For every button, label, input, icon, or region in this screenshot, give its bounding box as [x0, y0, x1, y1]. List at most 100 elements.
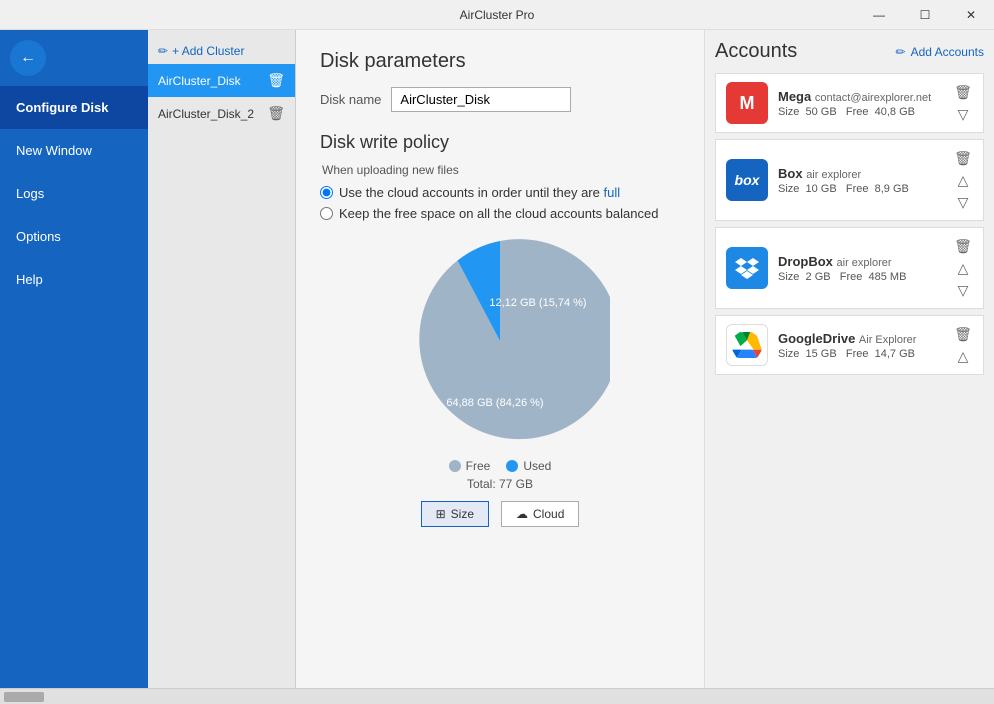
- googledrive-delete-button[interactable]: 🗑: [953, 324, 973, 344]
- box-header: Box air explorer: [778, 166, 943, 181]
- mega-info: Mega contact@airexplorer.net Size 50 GB …: [778, 89, 943, 118]
- disk-list-item-0[interactable]: AirCluster_Disk 🗑: [148, 64, 295, 97]
- radio-option-2-row: Keep the free space on all the cloud acc…: [320, 206, 680, 221]
- googledrive-move-up-button[interactable]: △: [953, 346, 973, 366]
- dropbox-move-up-button[interactable]: △: [953, 258, 973, 278]
- window-controls: — ☐ ✕: [856, 0, 994, 30]
- disk-name-row: Disk name: [320, 87, 680, 112]
- sidebar-item-new-window[interactable]: New Window: [0, 129, 148, 172]
- pie-free-label: 64,88 GB (84,26 %): [446, 397, 543, 409]
- close-button[interactable]: ✕: [948, 0, 994, 30]
- box-move-down-button[interactable]: ▽: [953, 192, 973, 212]
- dropbox-logo: [726, 247, 768, 289]
- pie-used-label: 12,12 GB (15,74 %): [489, 297, 586, 309]
- maximize-button[interactable]: ☐: [902, 0, 948, 30]
- accounts-header: Accounts ✏ Add Accounts: [715, 40, 984, 63]
- add-cluster-button[interactable]: ✏ + Add Cluster: [148, 38, 295, 64]
- box-info: Box air explorer Size 10 GB Free 8,9 GB: [778, 166, 943, 195]
- box-logo: box: [726, 159, 768, 201]
- googledrive-icon: [732, 332, 762, 358]
- write-policy-title: Disk write policy: [320, 132, 680, 153]
- sidebar-item-label: Configure Disk: [16, 100, 108, 115]
- disk-list-item-1[interactable]: AirCluster_Disk_2 🗑: [148, 97, 295, 130]
- mega-actions: 🗑 ▽: [953, 82, 973, 124]
- dropbox-move-down-button[interactable]: ▽: [953, 280, 973, 300]
- cloud-button[interactable]: ☁ Cloud: [501, 501, 579, 527]
- radio-option-1-label: Use the cloud accounts in order until th…: [339, 185, 620, 200]
- mega-header: Mega contact@airexplorer.net: [778, 89, 943, 104]
- googledrive-email: Air Explorer: [859, 334, 916, 346]
- size-icon: ⊞: [436, 507, 446, 521]
- chart-area: 12,12 GB (15,74 %) 64,88 GB (84,26 %) Fr…: [320, 231, 680, 527]
- dropbox-info: DropBox air explorer Size 2 GB Free 485 …: [778, 254, 943, 283]
- main-content: Disk parameters Disk name Disk write pol…: [296, 30, 704, 688]
- chart-buttons: ⊞ Size ☁ Cloud: [421, 501, 580, 527]
- sidebar-item-help[interactable]: Help: [0, 258, 148, 301]
- upload-label: When uploading new files: [320, 163, 680, 177]
- radio-option-2[interactable]: [320, 207, 333, 220]
- sidebar-item-logs[interactable]: Logs: [0, 172, 148, 215]
- mega-delete-button[interactable]: 🗑: [953, 82, 973, 102]
- googledrive-actions: 🗑 △: [953, 324, 973, 366]
- legend-free-dot: [449, 460, 461, 472]
- add-cluster-label: + Add Cluster: [172, 44, 244, 58]
- account-card-googledrive: GoogleDrive Air Explorer Size 15 GB Free…: [715, 315, 984, 375]
- radio-option-1-row: Use the cloud accounts in order until th…: [320, 185, 680, 200]
- legend-used-dot: [506, 460, 518, 472]
- disk-item-name-1: AirCluster_Disk_2: [158, 107, 267, 121]
- legend-free-label: Free: [466, 459, 491, 473]
- account-card-box: box Box air explorer Size 10 GB Free 8,9…: [715, 139, 984, 221]
- mega-logo-text: M: [740, 93, 755, 114]
- sidebar-item-label: Options: [16, 229, 61, 244]
- disk-name-label: Disk name: [320, 92, 381, 107]
- googledrive-header: GoogleDrive Air Explorer: [778, 331, 943, 346]
- cloud-button-label: Cloud: [533, 507, 564, 521]
- sidebar-item-label: Logs: [16, 186, 44, 201]
- pie-free-slice: [419, 239, 610, 439]
- scrollbar-thumb[interactable]: [4, 692, 44, 702]
- disk-item-name-0: AirCluster_Disk: [158, 74, 267, 88]
- sidebar-item-label: Help: [16, 272, 43, 287]
- sidebar-item-options[interactable]: Options: [0, 215, 148, 258]
- dropbox-header: DropBox air explorer: [778, 254, 943, 269]
- back-button[interactable]: ←: [10, 40, 46, 76]
- box-actions: 🗑 △ ▽: [953, 148, 973, 212]
- box-delete-button[interactable]: 🗑: [953, 148, 973, 168]
- pie-chart: 12,12 GB (15,74 %) 64,88 GB (84,26 %): [390, 231, 610, 451]
- minimize-button[interactable]: —: [856, 0, 902, 30]
- cloud-icon: ☁: [516, 507, 528, 521]
- add-accounts-button[interactable]: ✏ Add Accounts: [896, 45, 984, 59]
- mega-email: contact@airexplorer.net: [815, 92, 931, 104]
- size-button-label: Size: [451, 507, 474, 521]
- window-title: AirCluster Pro: [460, 8, 535, 22]
- legend-used: Used: [506, 459, 551, 473]
- titlebar: AirCluster Pro — ☐ ✕: [0, 0, 994, 30]
- pie-svg: 12,12 GB (15,74 %) 64,88 GB (84,26 %): [390, 231, 610, 451]
- accounts-panel: Accounts ✏ Add Accounts M Mega contact@a…: [704, 30, 994, 688]
- googledrive-name: GoogleDrive: [778, 331, 855, 346]
- bottom-scrollbar[interactable]: [0, 688, 994, 704]
- disk-name-input[interactable]: [391, 87, 571, 112]
- delete-disk-icon-0[interactable]: 🗑: [267, 72, 285, 89]
- dropbox-name: DropBox: [778, 254, 833, 269]
- account-card-mega: M Mega contact@airexplorer.net Size 50 G…: [715, 73, 984, 133]
- radio-option-2-label: Keep the free space on all the cloud acc…: [339, 206, 658, 221]
- size-button[interactable]: ⊞ Size: [421, 501, 489, 527]
- radio-option-1[interactable]: [320, 186, 333, 199]
- box-move-up-button[interactable]: △: [953, 170, 973, 190]
- mega-move-down-button[interactable]: ▽: [953, 104, 973, 124]
- mega-name: Mega: [778, 89, 811, 104]
- sidebar-item-label: New Window: [16, 143, 92, 158]
- dropbox-size: Size 2 GB Free 485 MB: [778, 271, 943, 283]
- sidebar-item-configure-disk[interactable]: Configure Disk: [0, 86, 148, 129]
- app-body: ← Configure Disk New Window Logs Options…: [0, 30, 994, 688]
- back-icon: ←: [20, 49, 36, 67]
- legend-free: Free: [449, 459, 491, 473]
- accounts-title: Accounts: [715, 40, 797, 63]
- googledrive-size: Size 15 GB Free 14,7 GB: [778, 348, 943, 360]
- box-logo-text: box: [735, 172, 760, 188]
- delete-disk-icon-1[interactable]: 🗑: [267, 105, 285, 122]
- disk-params-title: Disk parameters: [320, 50, 680, 73]
- googledrive-logo: [726, 324, 768, 366]
- dropbox-delete-button[interactable]: 🗑: [953, 236, 973, 256]
